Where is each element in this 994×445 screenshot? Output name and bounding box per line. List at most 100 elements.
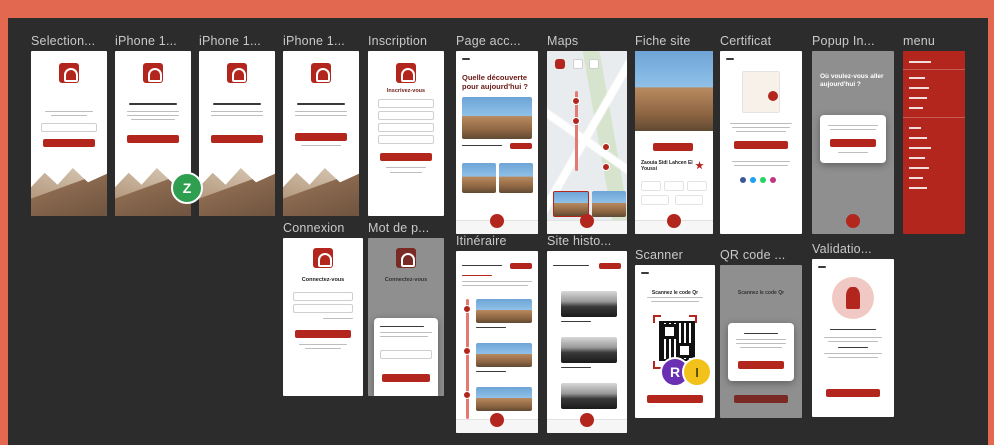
site-card-photo[interactable] (592, 191, 626, 217)
frame-label-menu[interactable]: menu (903, 34, 935, 48)
audio-guide-chip[interactable] (641, 195, 669, 205)
frame-maps[interactable] (547, 51, 627, 234)
phone-field[interactable] (378, 123, 434, 132)
scan-fab-button[interactable] (667, 214, 681, 228)
scan-fab-button[interactable] (580, 214, 594, 228)
password-field[interactable] (378, 135, 434, 144)
frame-selection[interactable] (31, 51, 107, 216)
download-certificate-button[interactable] (734, 141, 788, 149)
next-button[interactable] (211, 135, 263, 143)
frame-itineraire[interactable] (456, 251, 538, 433)
frame-popup[interactable]: Où voulez-vous aller aujourd'hui ? (812, 51, 894, 234)
map-pin-icon[interactable] (602, 163, 610, 171)
itinerary-site-photo[interactable] (476, 299, 532, 323)
menu-item[interactable] (909, 147, 931, 149)
login-button[interactable] (295, 330, 351, 338)
start-button[interactable] (295, 133, 347, 141)
frame-page-accueil[interactable]: Quelle découverte pour aujourd'hui ? (456, 51, 538, 234)
menu-item[interactable] (909, 97, 927, 99)
menu-item[interactable] (909, 107, 923, 109)
frame-label-scanner[interactable]: Scanner (635, 248, 683, 262)
map-layer-button[interactable] (573, 59, 583, 69)
scan-fab-button[interactable] (846, 214, 860, 228)
menu-item[interactable] (909, 61, 931, 63)
frame-label-inscription[interactable]: Inscription (368, 34, 427, 48)
view-all-button[interactable] (510, 143, 532, 149)
menu-item[interactable] (909, 77, 925, 79)
hamburger-icon[interactable] (818, 266, 826, 268)
name-field[interactable] (378, 99, 434, 108)
selected-site-card[interactable] (553, 191, 589, 217)
map-pin-icon[interactable] (572, 97, 580, 105)
frame-label-qr-code[interactable]: QR code ... (720, 248, 785, 262)
frame-certificat[interactable] (720, 51, 802, 234)
scan-fab-button[interactable] (490, 413, 504, 427)
forgot-password-link[interactable] (323, 318, 353, 319)
map-layer-button[interactable] (589, 59, 599, 69)
gallery-chip[interactable] (675, 195, 703, 205)
menu-item[interactable] (909, 177, 923, 179)
frame-site-historique[interactable] (547, 251, 627, 433)
frame-iphone-3[interactable] (283, 51, 359, 216)
signup-link[interactable] (305, 348, 341, 349)
frame-label-selection[interactable]: Selection... (31, 34, 95, 48)
continue-button[interactable] (43, 139, 95, 147)
frame-label-iphone-3[interactable]: iPhone 1... (283, 34, 345, 48)
map-pin-icon[interactable] (572, 117, 580, 125)
frame-label-maps[interactable]: Maps (547, 34, 578, 48)
frame-label-itineraire[interactable]: Itinéraire (456, 234, 507, 248)
menu-item[interactable] (909, 187, 927, 189)
site-card-photo[interactable] (499, 163, 533, 193)
hamburger-icon[interactable] (641, 272, 649, 274)
menu-item[interactable] (909, 157, 925, 159)
design-canvas[interactable]: Selection... iPhone 1... iPhone 1... iPh… (8, 18, 988, 445)
frame-menu[interactable] (903, 51, 965, 234)
reset-password-modal[interactable] (374, 318, 438, 396)
frame-label-iphone-2[interactable]: iPhone 1... (199, 34, 261, 48)
historic-site-photo[interactable] (561, 383, 617, 409)
send-button[interactable] (382, 374, 430, 382)
frame-label-connexion[interactable]: Connexion (283, 221, 345, 235)
instagram-icon[interactable] (770, 177, 776, 183)
itinerary-site-photo[interactable] (476, 387, 532, 411)
menu-item[interactable] (909, 137, 927, 139)
frame-label-popup[interactable]: Popup In... (812, 34, 875, 48)
directions-button[interactable] (653, 143, 693, 151)
frame-scanner[interactable]: Scannez le code Qr (635, 265, 715, 418)
frame-connexion[interactable]: Connectez-vous (283, 238, 363, 396)
historic-site-photo[interactable] (561, 337, 617, 363)
frame-label-validation[interactable]: Validatio... (812, 242, 872, 256)
email-field[interactable] (380, 350, 432, 359)
frame-inscription[interactable]: Inscrivez-vous (368, 51, 444, 216)
frame-validation[interactable] (812, 259, 894, 417)
email-field[interactable] (293, 292, 353, 301)
retry-button[interactable] (738, 361, 784, 369)
next-button[interactable] (127, 135, 179, 143)
hamburger-icon[interactable] (462, 58, 470, 60)
frame-label-iphone-1[interactable]: iPhone 1... (115, 34, 177, 48)
favorite-star-icon[interactable] (695, 161, 704, 170)
featured-site-photo[interactable] (462, 97, 532, 139)
signup-button[interactable] (380, 153, 432, 161)
scan-button[interactable] (734, 395, 788, 403)
scan-button[interactable] (647, 395, 703, 403)
menu-item[interactable] (909, 167, 929, 169)
frame-label-certificat[interactable]: Certificat (720, 34, 771, 48)
continue-button[interactable] (826, 389, 880, 397)
historic-site-photo[interactable] (561, 291, 617, 317)
view-map-button[interactable] (510, 263, 532, 269)
scan-fab-button[interactable] (580, 413, 594, 427)
frame-iphone-2[interactable] (199, 51, 275, 216)
itinerary-site-photo[interactable] (476, 343, 532, 367)
frame-fiche-site[interactable]: Zaouia Sidi Lahcen El Youssi (635, 51, 713, 234)
frame-qr-code[interactable]: Scannez le code Qr (720, 265, 802, 418)
frame-label-page-accueil[interactable]: Page acc... (456, 34, 521, 48)
whatsapp-icon[interactable] (760, 177, 766, 183)
frame-mot-de-passe[interactable]: Connectez-vous (368, 238, 444, 396)
language-select[interactable] (41, 123, 97, 132)
frame-label-site-histo[interactable]: Site histo... (547, 234, 611, 248)
site-card-photo[interactable] (462, 163, 496, 193)
qr-result-modal[interactable] (728, 323, 794, 381)
frame-label-mot-de-passe[interactable]: Mot de p... (368, 221, 429, 235)
password-field[interactable] (293, 304, 353, 313)
